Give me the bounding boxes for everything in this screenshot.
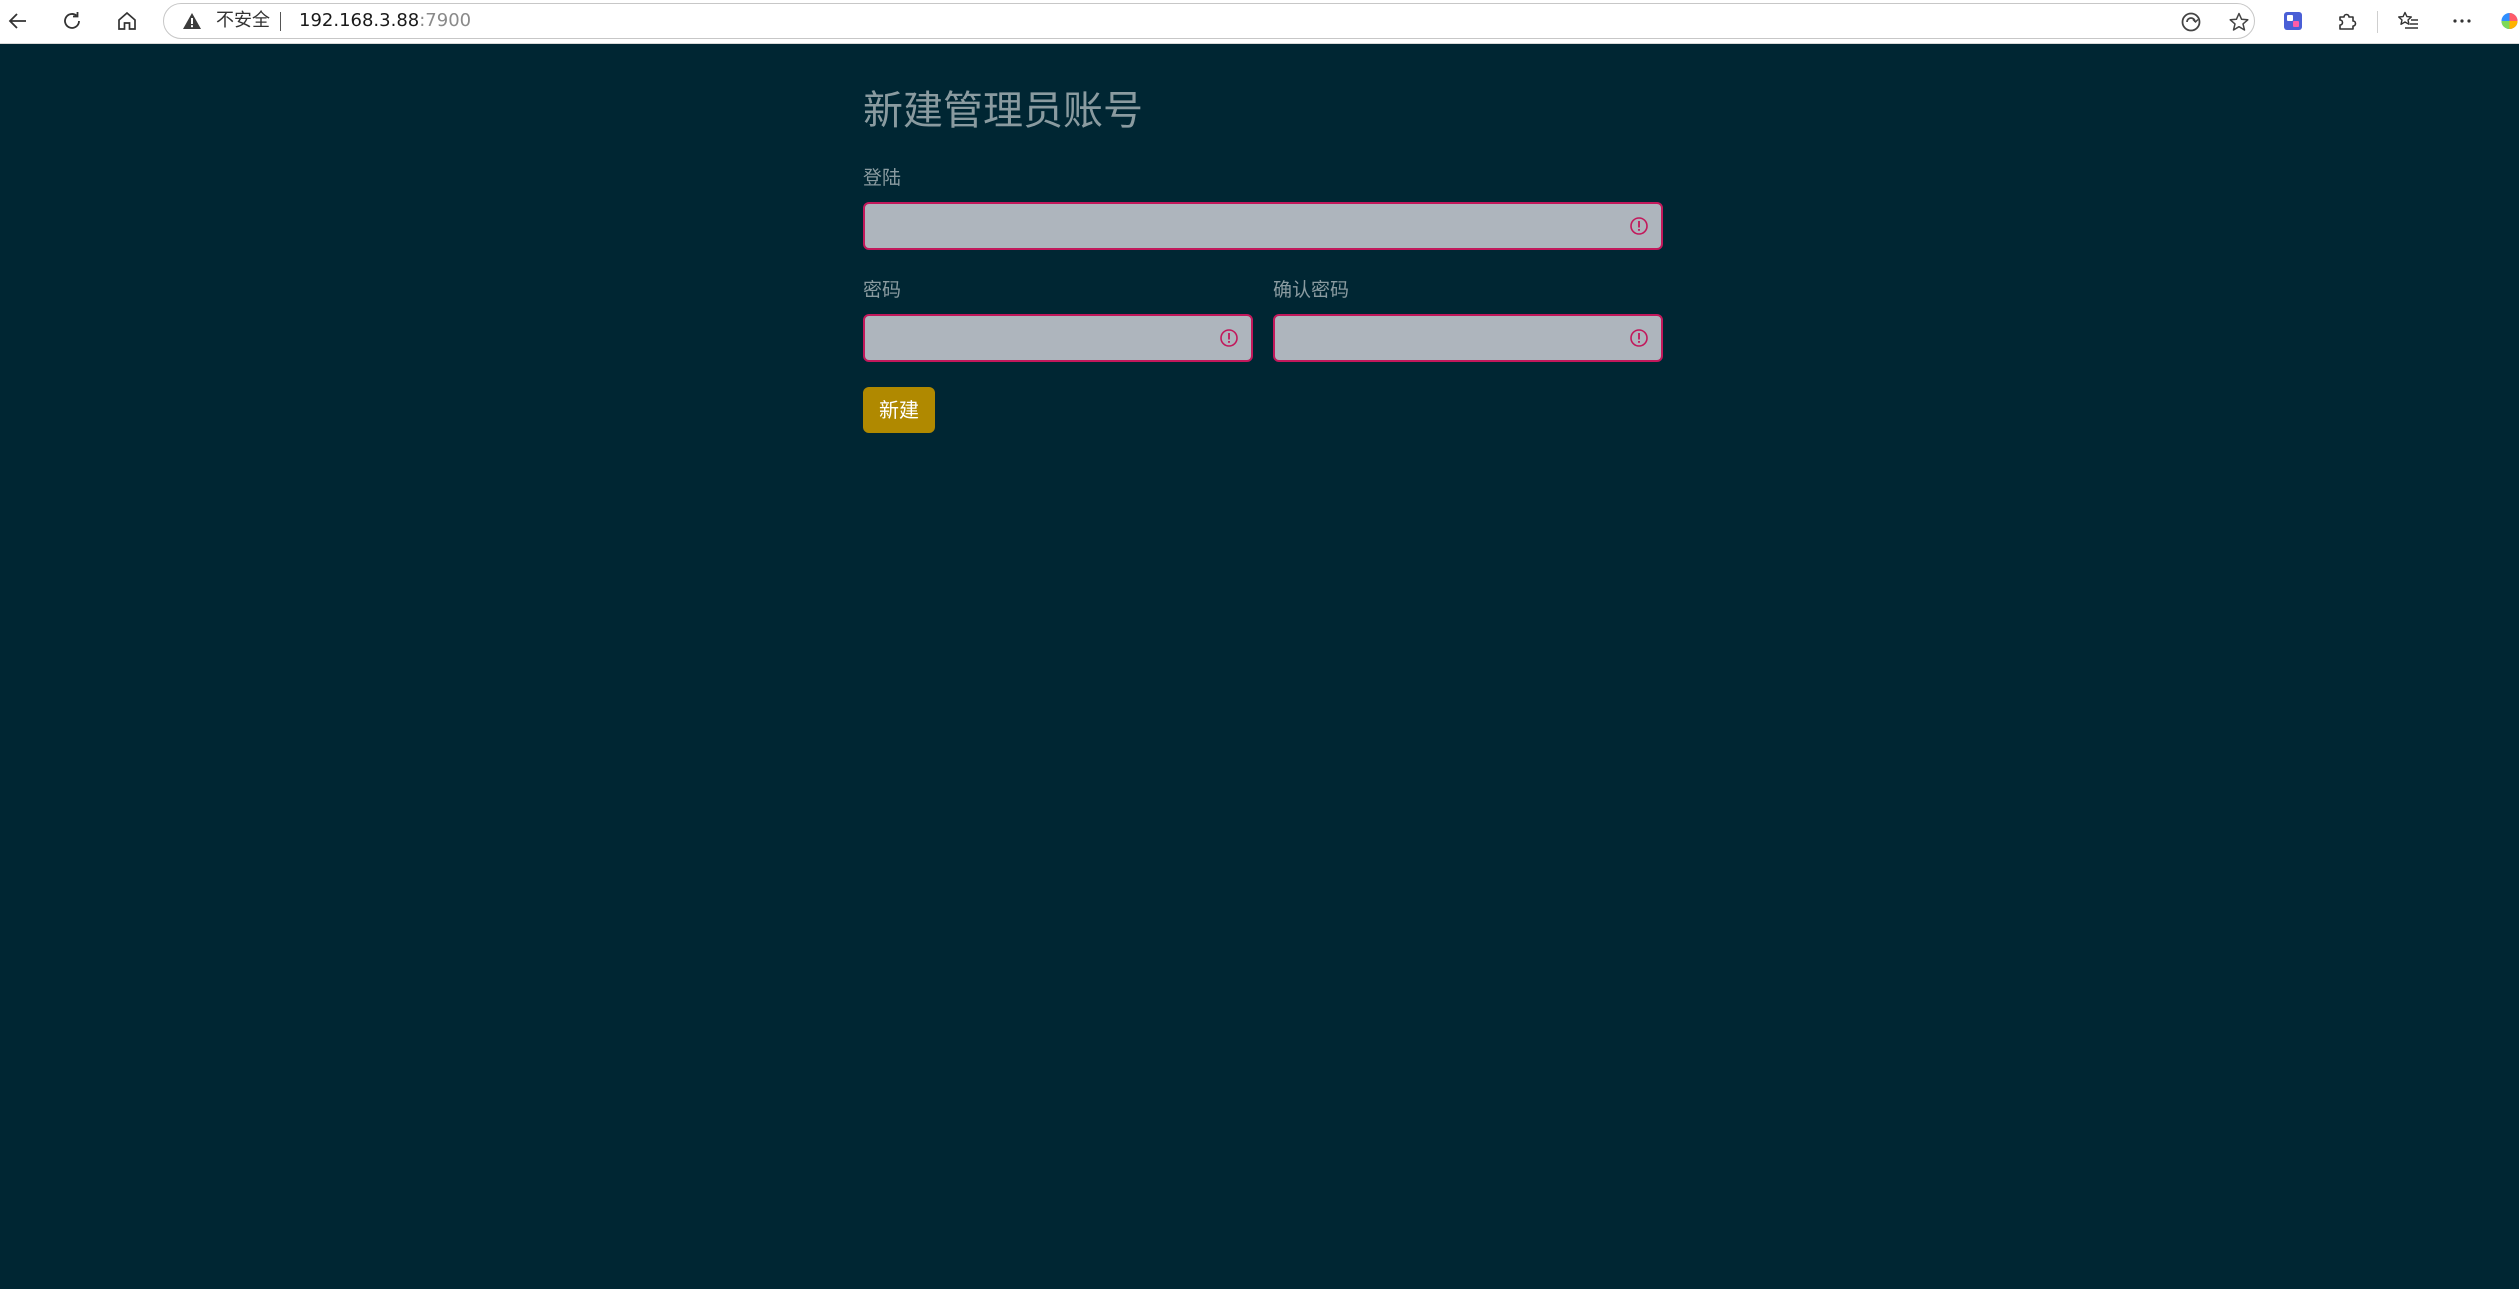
url-port: :7900 xyxy=(419,10,472,31)
invalid-field-icon xyxy=(1630,329,1648,347)
home-button[interactable] xyxy=(109,3,145,39)
back-arrow-icon xyxy=(8,13,26,29)
create-button[interactable]: 新建 xyxy=(863,387,935,433)
password-field[interactable] xyxy=(863,314,1253,362)
address-bar[interactable]: 不安全 192.168.3.88:7900 xyxy=(163,3,2255,39)
confirm-password-label: 确认密码 xyxy=(1273,279,1350,301)
invalid-field-icon xyxy=(1630,217,1648,235)
star-icon xyxy=(2229,12,2249,31)
extension-app-icon xyxy=(2284,12,2302,30)
extensions-button[interactable] xyxy=(2329,3,2365,39)
favorite-button[interactable] xyxy=(2224,7,2254,37)
address-separator xyxy=(280,12,281,31)
browser-toolbar: 不安全 192.168.3.88:7900 xyxy=(0,0,2519,44)
confirm-password-field[interactable] xyxy=(1273,314,1663,362)
copilot-icon xyxy=(2501,12,2518,30)
login-input[interactable] xyxy=(865,204,1661,248)
warning-triangle-icon[interactable] xyxy=(182,12,202,30)
page-title: 新建管理员账号 xyxy=(863,88,1143,134)
confirm-password-input[interactable] xyxy=(1275,316,1661,360)
password-label: 密码 xyxy=(863,279,902,301)
copilot-button[interactable] xyxy=(2498,3,2519,39)
extension-app-button[interactable] xyxy=(2275,3,2311,39)
read-aloud-icon xyxy=(2181,12,2201,32)
more-button[interactable] xyxy=(2444,3,2480,39)
security-status-label[interactable]: 不安全 xyxy=(216,10,270,32)
favorites-list-icon xyxy=(2398,11,2418,29)
invalid-field-icon xyxy=(1220,329,1238,347)
more-icon xyxy=(2453,19,2471,23)
favorites-button[interactable] xyxy=(2390,3,2426,39)
puzzle-icon xyxy=(2339,13,2357,30)
url-host: 192.168.3.88 xyxy=(299,10,420,31)
home-icon xyxy=(118,11,136,30)
login-field[interactable] xyxy=(863,202,1663,250)
read-aloud-button[interactable] xyxy=(2176,7,2206,37)
reload-button[interactable] xyxy=(54,3,90,39)
toolbar-divider xyxy=(2377,11,2378,33)
url-text[interactable]: 192.168.3.88:7900 xyxy=(299,10,471,32)
back-button[interactable] xyxy=(0,3,36,39)
login-label: 登陆 xyxy=(863,167,902,189)
password-input[interactable] xyxy=(865,316,1251,360)
reload-icon xyxy=(64,12,80,29)
